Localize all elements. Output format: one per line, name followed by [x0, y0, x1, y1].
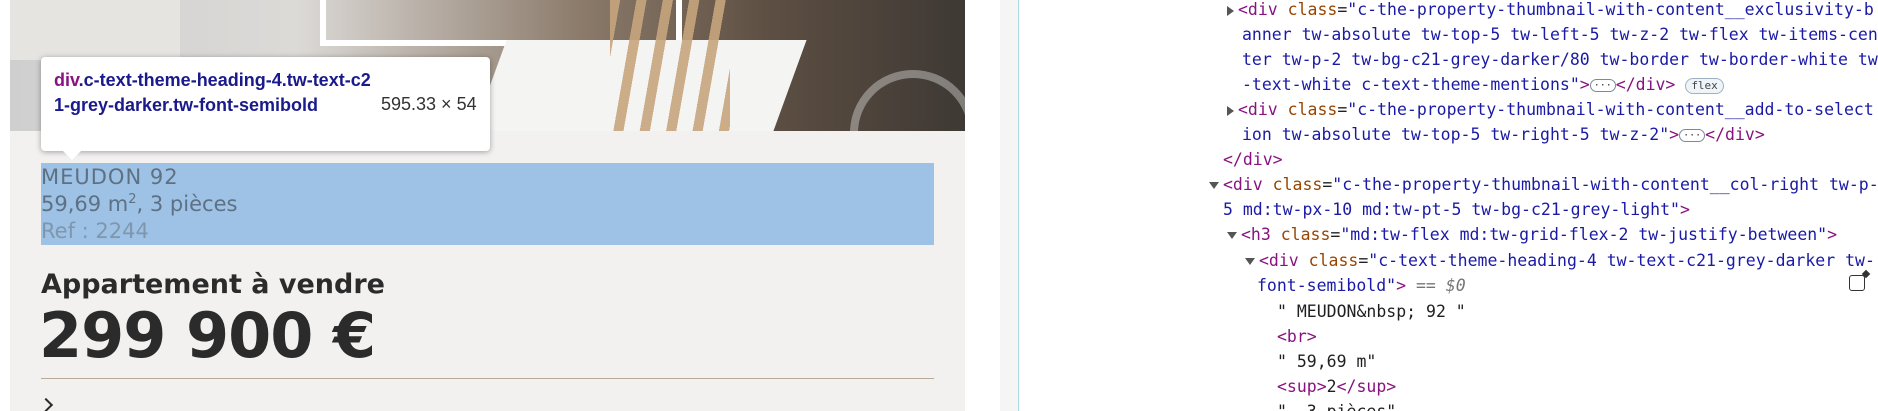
tag-open: <div	[1238, 100, 1288, 119]
devtools-elements-panel: <div class="c-the-property-thumbnail-wit…	[1018, 0, 1878, 411]
attr-name: class	[1287, 0, 1338, 19]
attr-name: class	[1272, 175, 1323, 194]
dom-node-br[interactable]: <br>	[1277, 324, 1317, 349]
equals: =	[1358, 251, 1369, 270]
attr-value: "c-the-property-thumbnail-with-content__…	[1347, 100, 1874, 119]
divider	[41, 378, 934, 379]
tag-close-bracket: >	[1396, 276, 1407, 295]
attr-value: "c-text-theme-heading-4 tw-text-c21-grey…	[1368, 251, 1875, 270]
collapse-triangle-icon[interactable]	[1245, 258, 1255, 265]
sup-text: 2	[1326, 377, 1337, 396]
attr-value: "c-the-property-thumbnail-with-content__…	[1332, 175, 1878, 194]
attr-value: ion tw-absolute tw-top-5 tw-right-5 tw-z…	[1242, 125, 1670, 144]
tag-open: <div	[1238, 0, 1288, 19]
tag-close: </div>	[1615, 75, 1676, 94]
tag-close-bracket: >	[1669, 125, 1680, 144]
ai-assistant-icon[interactable]	[1849, 275, 1865, 291]
photo-chair	[610, 0, 730, 131]
listing-city: MEUDON 92	[41, 165, 179, 189]
equals: =	[1330, 225, 1341, 244]
attr-name: class	[1308, 251, 1359, 270]
expand-triangle-icon[interactable]	[1227, 5, 1234, 16]
dom-closing-div[interactable]: </div>	[1223, 147, 1283, 172]
tooltip-dimensions: 595.33 × 54	[381, 94, 477, 114]
dom-line-continued: anner tw-absolute tw-top-5 tw-left-5 tw-…	[1242, 25, 1878, 44]
dom-line-continued: font-semibold"> == $0	[1257, 273, 1466, 298]
dom-node-exclusivity-banner[interactable]: <div class="c-the-property-thumbnail-wit…	[1227, 0, 1874, 22]
dom-line-continued: ter tw-p-2 tw-bg-c21-grey-darker/80 tw-b…	[1242, 50, 1878, 69]
tag-close: </sup>	[1336, 377, 1397, 396]
dom-node-h3[interactable]: <h3 class="md:tw-flex md:tw-grid-flex-2 …	[1227, 222, 1837, 247]
tag-open: <div	[1259, 251, 1309, 270]
expand-triangle-icon[interactable]	[1227, 105, 1234, 116]
dom-node-col-right[interactable]: <div class="c-the-property-thumbnail-wit…	[1209, 172, 1878, 197]
dom-text-node[interactable]: " MEUDON&nbsp; 92 "	[1277, 299, 1466, 324]
listing-rooms: , 3 pièces	[136, 192, 238, 216]
inspect-tooltip: div.c-text-theme-heading-4.tw-text-c21-g…	[41, 57, 490, 160]
tag-close: </div>	[1705, 125, 1765, 144]
attr-value: -text-white c-text-theme-mentions"	[1242, 75, 1580, 94]
photo-sofa	[10, 0, 180, 60]
attr-name: class	[1287, 100, 1338, 119]
collapse-triangle-icon[interactable]	[1227, 232, 1237, 239]
tooltip-classes: .c-text-theme-heading-4.tw-text-c21-grey…	[54, 70, 371, 115]
attr-name: class	[1280, 225, 1331, 244]
dom-node-sup[interactable]: <sup>2</sup>	[1277, 374, 1396, 399]
equals: =	[1337, 100, 1348, 119]
dom-text-node[interactable]: ", 3 pièces"	[1277, 399, 1396, 411]
flex-badge[interactable]: flex	[1685, 77, 1724, 94]
tag-close-bracket: >	[1579, 75, 1590, 94]
attr-value: font-semibold"	[1257, 276, 1397, 295]
tag-open: <sup>	[1277, 377, 1327, 396]
collapsed-ellipsis-icon[interactable]: ···	[1679, 129, 1706, 142]
dom-line-continued: -text-white c-text-theme-mentions"> ··· </…	[1242, 72, 1724, 97]
webpage-viewport: MEUDON 92 59,69 m2, 3 pièces Ref : 2244 …	[0, 0, 1000, 411]
attr-value: "c-the-property-thumbnail-with-content__…	[1347, 0, 1874, 19]
listing-ref: Ref : 2244	[41, 219, 149, 243]
listing-size-sup: 2	[128, 192, 137, 207]
devtools-splitter[interactable]	[1000, 0, 1018, 411]
tag-close-bracket: >	[1679, 200, 1690, 219]
attr-value: "md:tw-flex md:tw-grid-flex-2 tw-justify…	[1340, 225, 1828, 244]
tag-open: <div	[1223, 175, 1273, 194]
equals: =	[1322, 175, 1333, 194]
dom-text-node[interactable]: " 59,69 m"	[1277, 349, 1376, 374]
dom-line-continued: 5 md:tw-px-10 md:tw-pt-5 tw-bg-c21-grey-…	[1223, 197, 1690, 222]
listing-size: 59,69 m2, 3 pièces	[41, 192, 237, 216]
tooltip-selector: div.c-text-theme-heading-4.tw-text-c21-g…	[54, 68, 374, 118]
listing-size-value: 59,69 m	[41, 192, 129, 216]
listing-type: Appartement à vendre	[41, 269, 385, 300]
collapsed-ellipsis-icon[interactable]: ···	[1589, 79, 1616, 92]
tag-open: <h3	[1241, 225, 1281, 244]
collapse-triangle-icon[interactable]	[1209, 182, 1219, 189]
tooltip-tag: div	[54, 70, 79, 90]
attr-value: 5 md:tw-px-10 md:tw-pt-5 tw-bg-c21-grey-…	[1223, 200, 1680, 219]
console-ref: == $0	[1415, 276, 1466, 295]
tag-close-bracket: >	[1827, 225, 1838, 244]
dom-node-selected-heading[interactable]: <div class="c-text-theme-heading-4 tw-te…	[1245, 248, 1875, 273]
dom-node-add-to-selection[interactable]: <div class="c-the-property-thumbnail-wit…	[1227, 97, 1874, 122]
century21-watermark-icon	[850, 70, 965, 131]
equals: =	[1337, 0, 1348, 19]
dom-line-continued: ion tw-absolute tw-top-5 tw-right-5 tw-z…	[1242, 122, 1765, 147]
listing-price: 299 900 €	[39, 299, 376, 372]
